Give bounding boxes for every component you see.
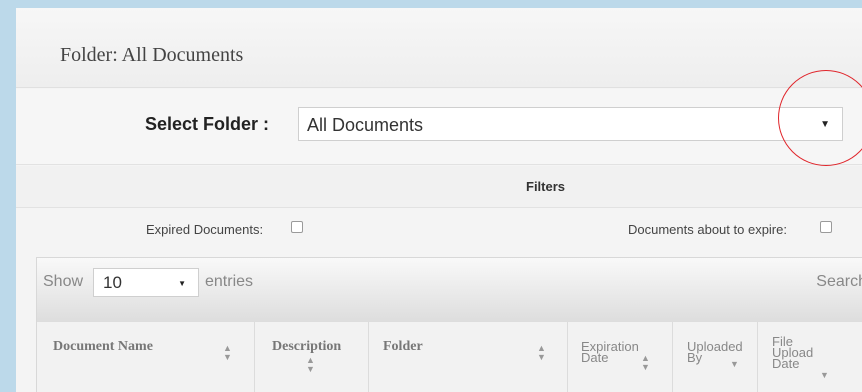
sort-desc-icon: ▼ [820, 370, 829, 380]
expired-documents-checkbox[interactable] [291, 221, 303, 233]
table-controls: Show 10 ▼ entries Search [37, 258, 862, 322]
column-header-expiration-date[interactable]: Expiration Date ▲ ▼ [568, 322, 673, 392]
page-header: Folder: All Documents [16, 8, 862, 88]
sort-both-icon: ▲ ▼ [537, 343, 546, 362]
show-label: Show [43, 273, 84, 290]
caret-down-icon: ▼ [820, 119, 830, 130]
sort-both-icon: ▲ ▼ [306, 355, 315, 374]
folder-select-value: All Documents [307, 115, 424, 135]
column-header-document-name[interactable]: Document Name ▲ ▼ [37, 322, 255, 392]
column-header-folder[interactable]: Folder ▲ ▼ [369, 322, 568, 392]
page-size-select[interactable]: 10 ▼ [93, 268, 199, 297]
column-label: Folder [383, 339, 423, 354]
search-label: Search [816, 273, 862, 290]
sort-desc-icon: ▼ [730, 359, 739, 369]
about-to-expire-label: Documents about to expire: [628, 222, 787, 237]
page-title: Folder: All Documents [60, 44, 244, 66]
caret-down-icon: ▼ [178, 279, 186, 288]
column-header-file-upload-date[interactable]: File Upload Date ▼ [758, 322, 862, 392]
sort-both-icon: ▲ ▼ [641, 353, 650, 372]
expired-documents-label: Expired Documents: [146, 222, 264, 237]
about-to-expire-checkbox[interactable] [820, 221, 832, 233]
filter-checkboxes-row: Expired Documents: Documents about to ex… [16, 209, 862, 257]
column-label: Document Name [53, 339, 153, 354]
filters-header: Filters [16, 166, 862, 208]
page-size-value: 10 [103, 273, 122, 292]
folder-select-row: Select Folder : All Documents ▼ [16, 89, 862, 165]
column-label: Description [272, 339, 342, 354]
column-header-uploaded-by[interactable]: Uploaded By ▼ [673, 322, 758, 392]
sort-both-icon: ▲ ▼ [223, 343, 232, 362]
column-header-description[interactable]: Description ▲ ▼ [255, 322, 369, 392]
documents-table: Show 10 ▼ entries Search Document Name ▲… [36, 257, 862, 392]
folder-select[interactable]: All Documents ▼ [298, 107, 843, 141]
documents-panel: Folder: All Documents Select Folder : Al… [16, 8, 862, 392]
filters-title: Filters [526, 179, 566, 194]
column-label: Expiration Date [581, 339, 639, 365]
column-label: File Upload Date [772, 334, 814, 371]
select-folder-label: Select Folder : [145, 114, 270, 134]
table-header-row: Document Name ▲ ▼ Description ▲ ▼ Folder ▲… [37, 322, 862, 392]
entries-label: entries [205, 273, 254, 290]
